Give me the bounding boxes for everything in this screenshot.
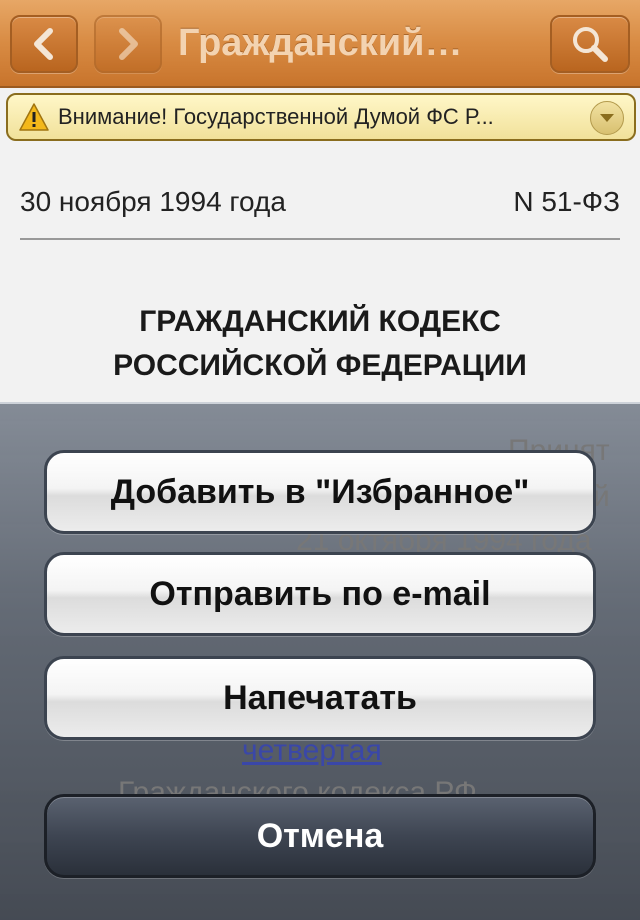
send-email-button[interactable]: Отправить по e-mail — [44, 552, 596, 636]
search-button[interactable] — [550, 15, 630, 73]
document-date: 30 ноября 1994 года — [20, 186, 286, 217]
warning-icon — [19, 103, 49, 131]
document-header: 30 ноября 1994 года N 51-ФЗ — [20, 180, 620, 230]
cancel-button[interactable]: Отмена — [44, 794, 596, 878]
add-to-favorites-button[interactable]: Добавить в "Избранное" — [44, 450, 596, 534]
navigation-bar: Гражданский… — [0, 0, 640, 88]
forward-button[interactable] — [94, 15, 162, 73]
chevron-down-icon — [600, 114, 614, 122]
page-title: Гражданский… — [178, 22, 463, 64]
document-number: N 51-ФЗ — [513, 186, 620, 217]
chevron-left-icon — [34, 28, 53, 60]
divider — [20, 238, 620, 240]
expand-warning-button[interactable] — [590, 101, 624, 135]
document-title-line2: РОССИЙСКОЙ ФЕДЕРАЦИИ — [113, 349, 527, 382]
print-button[interactable]: Напечатать — [44, 656, 596, 740]
action-sheet: Принят Думой 21 октября 1994 года четвер… — [0, 402, 640, 920]
warning-banner[interactable]: Внимание! Государственной Думой ФС Р... — [6, 93, 636, 141]
back-button[interactable] — [10, 15, 78, 73]
chevron-right-icon — [119, 28, 138, 60]
document-title-line1: ГРАЖДАНСКИЙ КОДЕКС — [139, 305, 501, 338]
document-title: ГРАЖДАНСКИЙ КОДЕКС РОССИЙСКОЙ ФЕДЕРАЦИИ — [80, 300, 560, 388]
search-icon — [573, 27, 608, 62]
warning-text: Внимание! Государственной Думой ФС Р... — [58, 104, 494, 129]
